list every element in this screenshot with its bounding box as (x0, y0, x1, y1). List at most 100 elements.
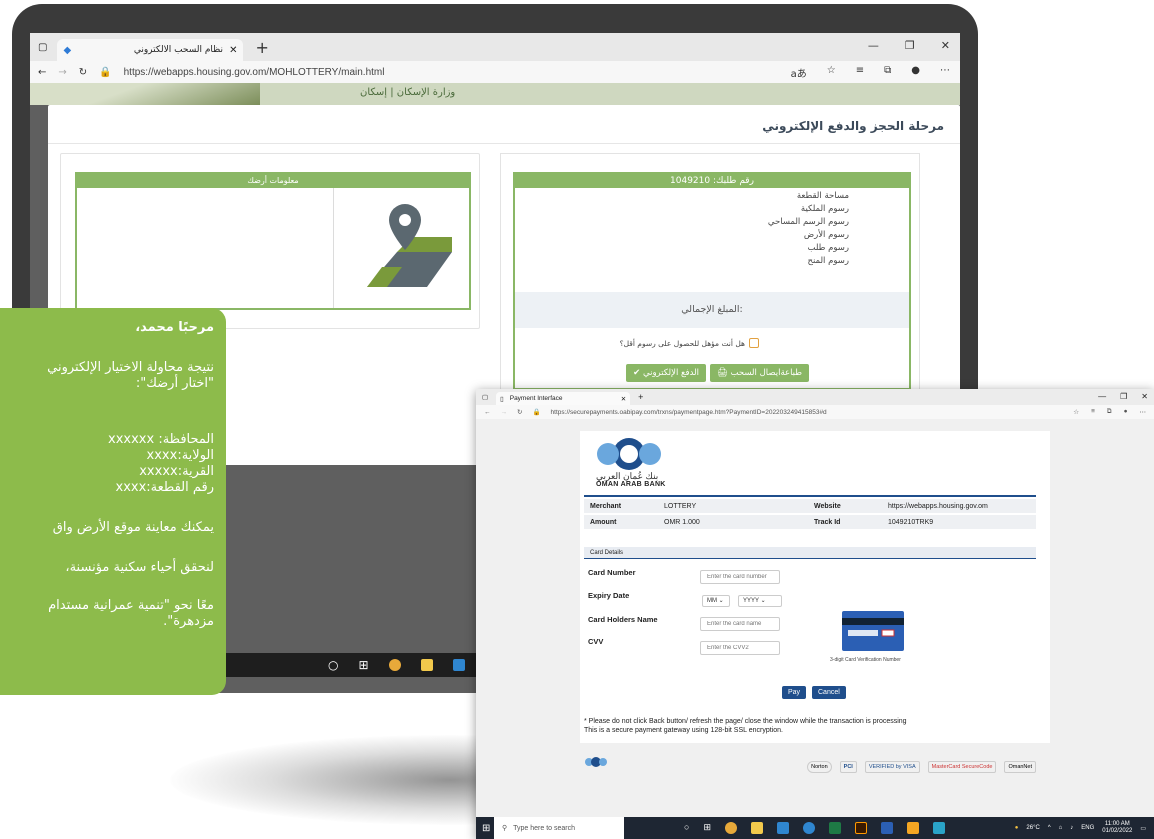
land-divider (333, 188, 334, 308)
url-field[interactable]: https://securepayments.oabipay.com/trxns… (551, 409, 827, 416)
restore-icon[interactable]: ❐ (1120, 392, 1127, 401)
search-icon: ⚲ (502, 825, 508, 832)
tab-actions-icon[interactable]: ▢ (38, 42, 47, 53)
plot-number: رقم القطعة:xxxx (115, 480, 215, 495)
cvv-caption: 3-digit Card Verification Number (830, 657, 901, 663)
result-line: "اختار أرضك": (135, 376, 214, 391)
url-field[interactable]: https://webapps.housing.gov.om/MOHLOTTER… (124, 67, 385, 78)
volume-icon[interactable]: ♪ (1070, 825, 1073, 831)
track-value: 1049210TRK9 (888, 518, 934, 526)
pay-online-button[interactable]: ✔ الدفع الإلكتروني (626, 364, 707, 382)
clock-date: 01/02/2022 (1102, 828, 1133, 834)
collections-icon[interactable]: ⧉ (1107, 408, 1112, 416)
favorites-list-icon[interactable]: ≡ (856, 65, 864, 80)
land-info-panel: معلومات أرضك (60, 153, 480, 329)
taskbar-apps: ○ ⊞ (684, 822, 945, 834)
photos-icon[interactable] (932, 822, 945, 834)
expiry-year-select[interactable]: YYYY ⌄ (738, 595, 782, 607)
discount-question: هل أنت مؤهل للحصول على رسوم أقل؟ (620, 338, 759, 348)
back-icon[interactable]: ← (484, 409, 491, 416)
favorites-list-icon[interactable]: ≡ (1091, 408, 1095, 416)
favorite-icon[interactable]: ☆ (1073, 408, 1079, 416)
edge-icon[interactable] (802, 822, 815, 834)
close-window-icon[interactable]: ✕ (941, 39, 950, 52)
read-aloud-icon[interactable]: aあ (791, 65, 807, 80)
print-receipt-button[interactable]: 🖨 طباعةايصال السحب (710, 364, 809, 382)
visit-note: يمكنك معاينة موقع الأرض واق (52, 520, 214, 535)
governorate: المحافظة: xxxxxx (108, 432, 214, 447)
tab-actions-icon[interactable]: ▢ (482, 393, 488, 401)
order-box: رقم طلبك: 1049210 مساحة القطعة رسوم المل… (513, 172, 911, 390)
new-tab-icon[interactable]: + (255, 38, 268, 57)
cortana-icon[interactable]: ○ (684, 822, 689, 834)
language-indicator[interactable]: ENG (1081, 825, 1094, 831)
task-view-icon[interactable]: ⊞ (358, 658, 368, 672)
cancel-button[interactable]: Cancel (812, 686, 846, 699)
settings-icon[interactable] (906, 822, 919, 834)
chrome-icon[interactable] (388, 659, 401, 671)
minimize-icon[interactable]: — (868, 39, 879, 52)
table-row: Amount OMR 1.000 Track Id 1049210TRK9 (584, 515, 1036, 529)
excel-icon[interactable] (828, 822, 841, 834)
profile-icon[interactable]: ● (911, 65, 920, 80)
notice-line: This is a secure payment gateway using 1… (584, 727, 783, 734)
slogan-line: مزدهرة". (163, 614, 214, 629)
store-icon[interactable] (452, 659, 465, 671)
tab-lottery[interactable]: ◆ نظام السحب الالكتروني ✕ (57, 39, 244, 61)
holder-name-label: Card Holders Name (588, 615, 658, 624)
expiry-month-select[interactable]: MM ⌄ (702, 595, 730, 607)
restore-icon[interactable]: ❐ (905, 39, 915, 52)
windows-start-icon[interactable]: ⊞ (482, 823, 490, 834)
lock-icon: 🔒 (99, 66, 112, 78)
word-icon[interactable] (880, 822, 893, 834)
pay-button[interactable]: Pay (782, 686, 807, 699)
weather-icon: ● (1014, 825, 1019, 831)
profile-icon[interactable]: ● (1124, 408, 1128, 416)
card-number-input[interactable] (700, 570, 780, 584)
forward-icon[interactable]: → (58, 67, 66, 78)
network-icon[interactable]: ⌂ (1059, 825, 1063, 831)
illustrator-icon[interactable] (854, 822, 867, 834)
explorer-icon[interactable] (420, 659, 433, 671)
explorer-icon[interactable] (750, 822, 763, 834)
more-icon[interactable]: ⋯ (940, 65, 950, 80)
close-tab-icon[interactable]: ✕ (621, 395, 626, 403)
notification-icon[interactable]: ▭ (1140, 825, 1146, 832)
close-tab-icon[interactable]: ✕ (229, 45, 237, 56)
action-buttons: ✔ الدفع الإلكتروني 🖨 طباعةايصال السحب (626, 364, 809, 382)
fee-item: رسوم الرسم المساحي (767, 217, 849, 227)
task-view-icon[interactable]: ⊞ (703, 822, 711, 834)
clock[interactable]: 11:00 AM 01/02/2022 (1102, 821, 1132, 835)
pay-tabbar: ▢ ▯ Payment Interface ✕ + — ❐ ✕ (476, 389, 1154, 405)
bank-name-en: OMAN ARAB BANK (596, 481, 666, 488)
system-tray: ● 26°C ^ ⌂ ♪ ENG 11:00 AM 01/02/2022 ▭ (1015, 821, 1146, 835)
lock-icon: 🔒 (532, 409, 541, 416)
close-window-icon[interactable]: ✕ (1141, 392, 1148, 401)
fee-list: مساحة القطعة رسوم الملكية رسوم الرسم الم… (768, 190, 849, 268)
fee-item: رسوم الأرض (803, 230, 849, 240)
address-bar: ← → ↻ 🔒 https://webapps.housing.gov.om/M… (30, 61, 960, 83)
forward-icon[interactable]: → (501, 409, 508, 416)
tab-title: نظام السحب الالكتروني (133, 45, 224, 55)
taskbar-search[interactable]: ⚲ Type here to search (494, 817, 624, 839)
refresh-icon[interactable]: ↻ (79, 67, 87, 78)
holder-name-input[interactable] (700, 617, 780, 631)
new-tab-icon[interactable]: + (638, 392, 643, 402)
cvv-input[interactable] (700, 641, 780, 655)
collections-icon[interactable]: ⧉ (884, 65, 891, 80)
refresh-icon[interactable]: ↻ (517, 408, 522, 416)
land-info-title: معلومات أرضك (77, 174, 469, 188)
favorite-icon[interactable]: ☆ (827, 65, 836, 80)
weather-temp: 26°C (1026, 825, 1040, 831)
header-pattern (30, 83, 260, 105)
browser-tabbar: ▢ ◆ نظام السحب الالكتروني ✕ + — ❐ ✕ (30, 33, 960, 61)
discount-checkbox[interactable] (749, 338, 759, 348)
chrome-icon[interactable] (724, 822, 737, 834)
search-circle-icon[interactable]: ○ (328, 658, 338, 672)
more-icon[interactable]: ⋯ (1140, 408, 1147, 416)
tab-payment[interactable]: ▯ Payment Interface ✕ (496, 392, 631, 405)
tray-chevron-icon[interactable]: ^ (1048, 825, 1051, 831)
minimize-icon[interactable]: — (1098, 392, 1106, 401)
back-icon[interactable]: ← (38, 67, 46, 78)
store-icon[interactable] (776, 822, 789, 834)
